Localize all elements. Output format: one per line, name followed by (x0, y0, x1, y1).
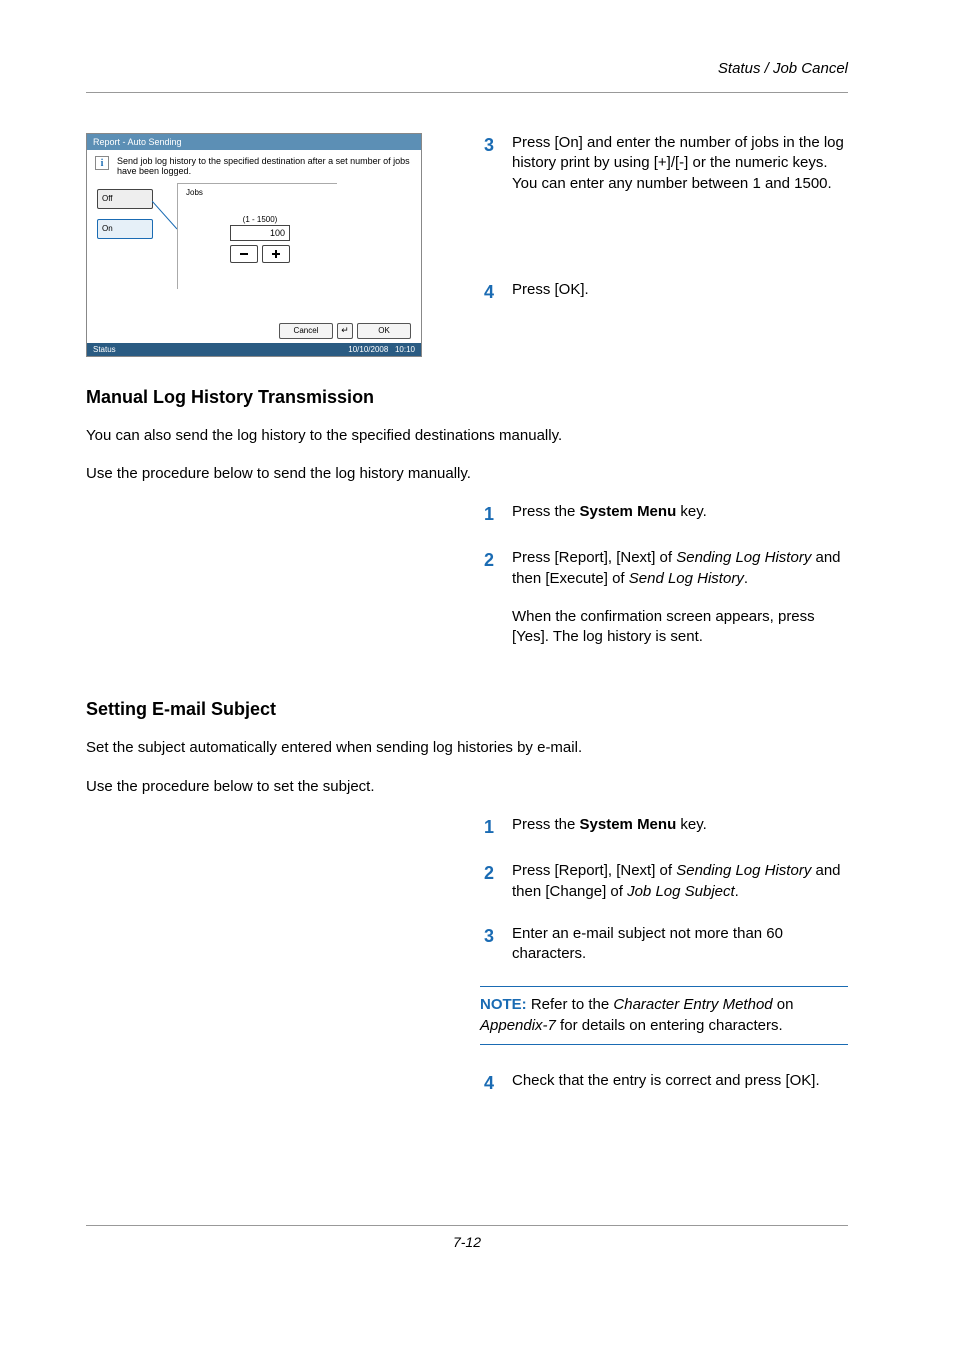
step-text: Press [On] and enter the number of jobs … (512, 133, 848, 194)
section-heading: Setting E-mail Subject (86, 699, 848, 720)
step-text: Press [OK]. (512, 280, 848, 304)
dialog-help-text: Send job log history to the specified de… (117, 156, 413, 177)
step-text: Press the System Menu key. (512, 502, 848, 526)
info-icon: i (95, 156, 109, 170)
step-number: 2 (480, 861, 494, 902)
page-header: Status / Job Cancel (718, 60, 848, 77)
status-label: Status (93, 345, 116, 354)
status-datetime: 10/10/2008 10:10 (348, 345, 415, 354)
cancel-button[interactable]: Cancel (279, 323, 333, 339)
jobs-group: Jobs (1 - 1500) 100 (177, 183, 337, 289)
note-box: NOTE: Refer to the Character Entry Metho… (480, 986, 848, 1045)
step-text: Press the System Menu key. (512, 815, 848, 839)
body-text: Use the procedure below to set the subje… (86, 777, 848, 797)
jobs-label: Jobs (186, 188, 329, 197)
jobs-value-input[interactable]: 100 (230, 225, 290, 241)
ok-button[interactable]: OK (357, 323, 411, 339)
body-text: Set the subject automatically entered wh… (86, 738, 848, 758)
note-label: NOTE: (480, 996, 527, 1013)
body-text: Use the procedure below to send the log … (86, 464, 848, 484)
jobs-range: (1 - 1500) (230, 215, 290, 224)
status-bar: Status 10/10/2008 10:10 (87, 343, 421, 356)
step-number: 4 (480, 280, 494, 304)
callout-line (152, 201, 180, 231)
on-button[interactable]: On (97, 219, 153, 239)
plus-button[interactable] (262, 245, 290, 263)
step-number: 1 (480, 502, 494, 526)
step-text: Enter an e-mail subject not more than 60… (512, 924, 848, 965)
step-number: 3 (480, 924, 494, 965)
off-button[interactable]: Off (97, 189, 153, 209)
dialog-title: Report - Auto Sending (87, 134, 421, 150)
step-number: 1 (480, 815, 494, 839)
return-button[interactable]: ↵ (337, 323, 353, 339)
step-text: Check that the entry is correct and pres… (512, 1071, 848, 1095)
step-number: 4 (480, 1071, 494, 1095)
header-rule (86, 92, 848, 93)
minus-button[interactable] (230, 245, 258, 263)
step-text: Press [Report], [Next] of Sending Log Hi… (512, 861, 848, 902)
footer-rule (86, 1225, 848, 1226)
step-number: 3 (480, 133, 494, 194)
body-text: You can also send the log history to the… (86, 426, 848, 446)
section-heading: Manual Log History Transmission (86, 387, 848, 408)
step-text: Press [Report], [Next] of Sending Log Hi… (512, 548, 848, 647)
step-number: 2 (480, 548, 494, 647)
dialog-auto-sending: Report - Auto Sending i Send job log his… (86, 133, 422, 357)
page-number: 7-12 (86, 1234, 848, 1250)
